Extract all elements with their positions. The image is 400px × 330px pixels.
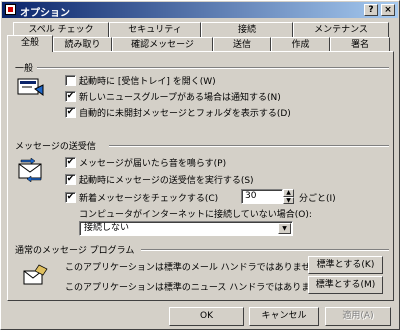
interval-up-button[interactable]: ▲ [283,189,294,197]
send-receive-startup-label: 起動時にメッセージの送受信を実行する(S) [79,176,254,186]
section-title-send-receive: メッセージの送受信 [15,142,96,152]
check-new-messages-checkbox[interactable]: ✔ [65,192,76,203]
tab-send[interactable]: 送信 [213,37,271,52]
apply-button[interactable]: 適用(A) [325,307,391,326]
divider [141,249,389,251]
tab-connection[interactable]: 接続 [201,22,293,37]
news-handler-text: このアプリケーションは標準のニュース ハンドラではありません。 [65,283,337,293]
app-icon [5,4,16,15]
tab-signature[interactable]: 署名 [330,37,390,52]
tab-compose[interactable]: 作成 [271,37,330,52]
check-new-messages-label: 新着メッセージをチェックする(C) [79,194,219,204]
set-default-news-button[interactable]: 標準とする(M) [308,276,383,294]
send-receive-startup-checkbox[interactable]: ✔ [65,174,76,185]
ok-button[interactable]: OK [169,307,244,326]
divider [109,145,389,147]
divider [37,67,389,69]
interval-down-button[interactable]: ▼ [283,197,294,204]
section-title-default-programs: 通常のメッセージ プログラム [15,246,135,256]
set-default-mail-button[interactable]: 標準とする(K) [308,256,383,274]
cancel-button[interactable]: キャンセル [249,307,319,326]
offline-action-value: 接続しない [84,223,130,233]
close-button[interactable]: × [381,4,395,16]
dropdown-arrow-icon[interactable]: ▼ [278,223,291,234]
send-receive-icon [18,158,42,182]
notify-newsgroups-label: 新しいニュースグループがある場合は通知する(N) [79,93,281,103]
check-interval-input[interactable]: 30 [241,189,283,204]
tab-security[interactable]: セキュリティ [109,22,201,37]
notify-newsgroups-checkbox[interactable]: ✔ [65,91,76,102]
show-unread-checkbox[interactable]: ✔ [65,107,76,118]
window-title: オプション [20,8,70,19]
interval-unit-label: 分ごと(I) [299,194,336,204]
tab-read[interactable]: 読み取り [53,37,112,52]
offline-action-select[interactable]: 接続しない [79,221,293,236]
offline-label: コンピュータがインターネットに接続していない場合(O): [79,210,312,220]
options-dialog: オプション ? × スペル チェック セキュリティ 接続 メンテナンス 全般 読… [0,0,400,330]
mail-handler-text: このアプリケーションは標準のメール ハンドラではありません。 [65,263,329,273]
title-bar[interactable]: オプション ? × [2,2,398,19]
tab-receipts[interactable]: 確認メッセージ [112,37,213,52]
show-unread-label: 自動的に未開封メッセージとフォルダを表示する(D) [79,109,291,119]
tab-maintenance[interactable]: メンテナンス [293,22,389,37]
general-settings-icon [17,78,44,96]
open-inbox-label: 起動時に [受信トレイ] を開く(W) [79,77,216,87]
help-button[interactable]: ? [364,4,378,16]
tab-general[interactable]: 全般 [7,35,53,52]
section-title-general: 一般 [15,64,34,74]
open-inbox-checkbox[interactable] [65,75,76,86]
default-handler-icon [23,264,48,285]
play-sound-checkbox[interactable]: ✔ [65,157,76,168]
play-sound-label: メッセージが届いたら音を鳴らす(P) [79,159,227,169]
